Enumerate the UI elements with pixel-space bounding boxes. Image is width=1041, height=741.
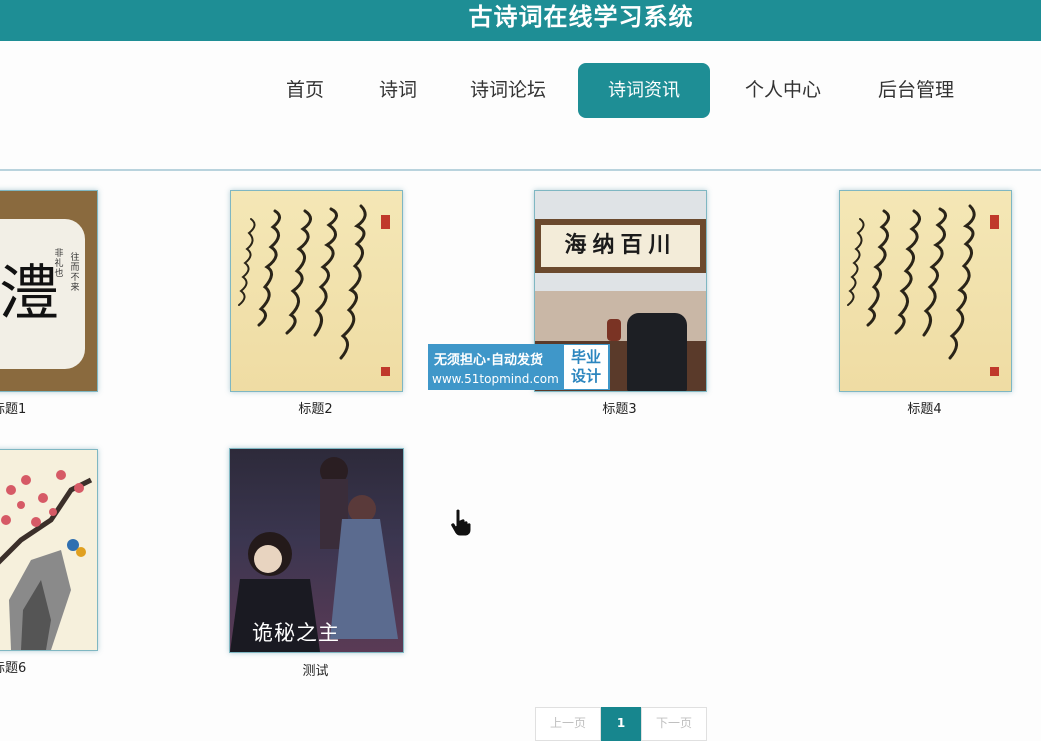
news-thumbnail[interactable] (839, 190, 1012, 392)
hand-cursor-icon (450, 508, 472, 536)
watermark-banner: 无须担心·自动发货 www.51topmind.com 毕业 设计 (428, 344, 610, 390)
news-caption[interactable]: 测试 (229, 660, 402, 679)
watermark-badge-top: 毕业 (570, 348, 601, 366)
office-chair (627, 313, 687, 391)
news-thumbnail[interactable]: 澧 非礼也 往而不来 (0, 190, 98, 392)
nav-news[interactable]: 诗词资讯 (578, 63, 710, 118)
nav-forum[interactable]: 诗词论坛 (458, 63, 558, 118)
news-caption[interactable]: 标题2 (230, 398, 401, 417)
news-caption[interactable]: 标题6 (0, 657, 30, 676)
app-title: 古诗词在线学习系统 (468, 3, 694, 31)
nav-admin[interactable]: 后台管理 (866, 63, 966, 118)
watermark-badge: 毕业 设计 (564, 345, 608, 389)
watermark-line1: 无须担心·自动发货 (434, 353, 543, 368)
nav-poems[interactable]: 诗词 (364, 63, 432, 118)
calligraphy-scroll-image (238, 204, 390, 376)
calligraphy-banner-text: 海纳百川 (564, 233, 677, 258)
news-thumbnail[interactable] (0, 449, 98, 651)
nav-home[interactable]: 首页 (271, 63, 339, 118)
main-nav: 首页 诗词 诗词论坛 诗词资讯 个人中心 后台管理 (0, 41, 1041, 171)
header-bar: 古诗词在线学习系统 (0, 0, 1041, 41)
news-thumbnail[interactable]: 诡秘之主 (229, 448, 404, 653)
news-thumbnail[interactable] (230, 190, 403, 392)
calligraphy-small-text: 往而不来 (70, 253, 80, 293)
cover-title-text: 诡秘之主 (252, 621, 340, 645)
news-caption[interactable]: 标题4 (839, 398, 1010, 417)
calligraphy-small-text: 非礼也 (54, 249, 64, 279)
news-caption[interactable]: 标题1 (0, 398, 30, 417)
nav-profile[interactable]: 个人中心 (733, 63, 833, 118)
watermark-badge-bottom: 设计 (570, 367, 601, 385)
calligraphy-scroll-image (847, 204, 999, 376)
news-caption[interactable]: 标题3 (534, 398, 705, 417)
plum-blossom-painting (0, 470, 93, 650)
calligraphy-text: 澧 (0, 259, 59, 329)
watermark-line2: www.51topmind.com (432, 372, 559, 386)
